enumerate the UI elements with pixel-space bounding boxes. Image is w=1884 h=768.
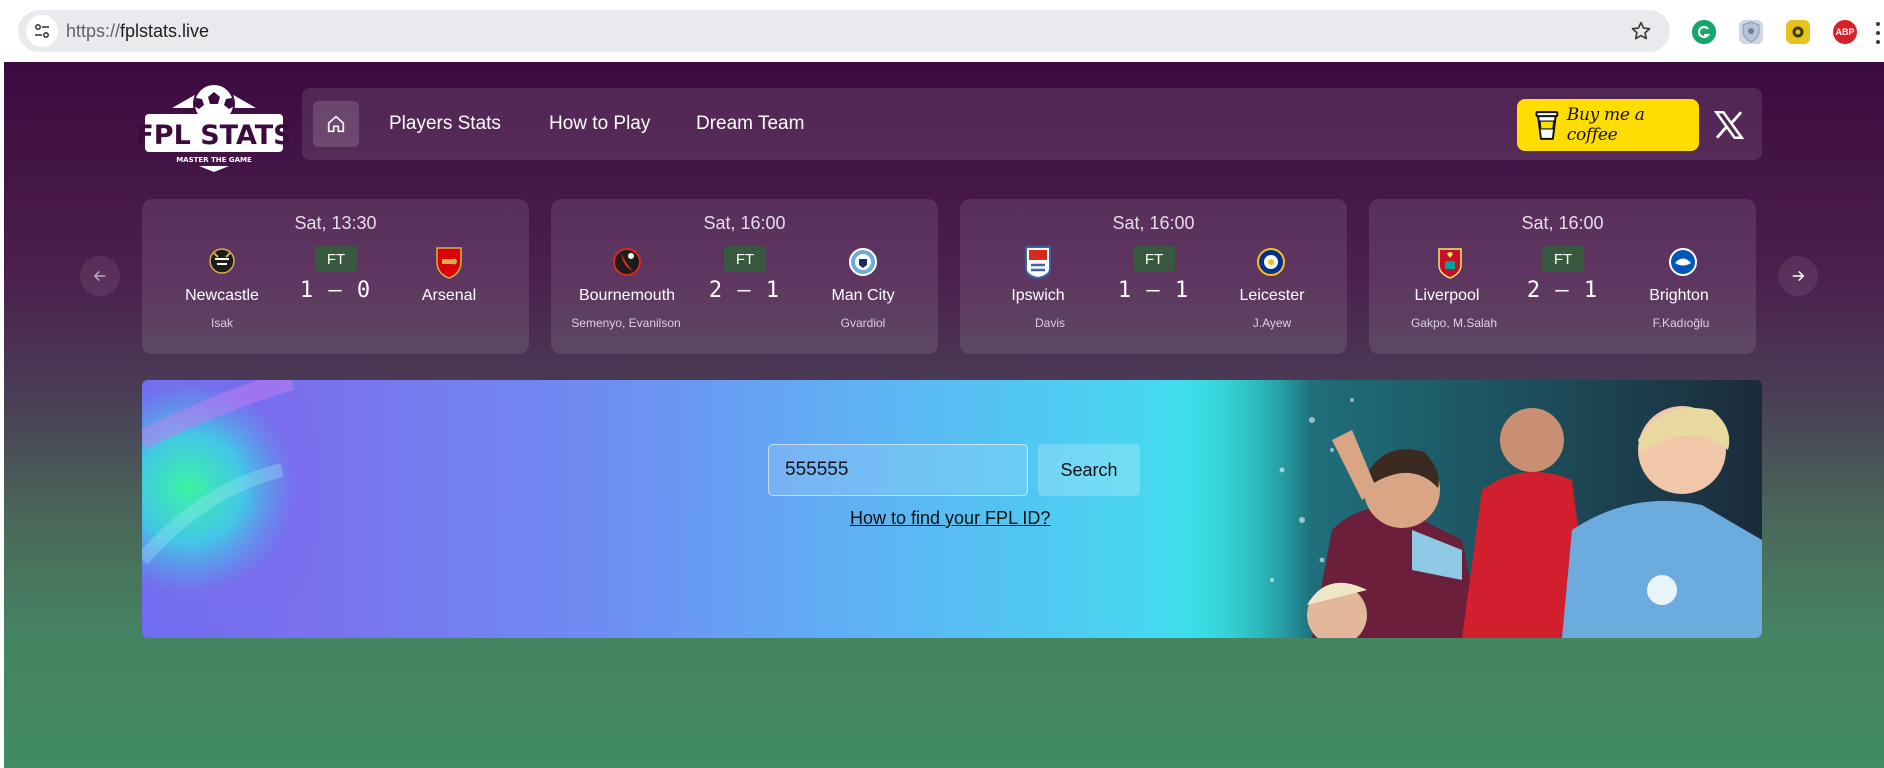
arsenal-crest-icon: [433, 245, 465, 279]
nav-dream-team[interactable]: Dream Team: [696, 113, 804, 135]
coffee-label: Buy me a coffee: [1566, 105, 1645, 145]
fixture-status-badge: FT: [1542, 246, 1584, 272]
bookmark-star-icon[interactable]: [1628, 18, 1654, 44]
home-icon: [327, 115, 345, 133]
how-to-find-fpl-id-link[interactable]: How to find your FPL ID?: [850, 508, 1050, 529]
fixture-card[interactable]: Sat, 16:00 FT 2 – 1 Bournemouth Man City…: [551, 199, 938, 354]
brighton-crest-icon: [1667, 245, 1699, 279]
search-button[interactable]: Search: [1038, 444, 1140, 496]
address-bar[interactable]: https://fplstats.live: [18, 10, 1670, 52]
home-team-name: Liverpool: [1414, 287, 1480, 304]
arrow-left-icon: [93, 270, 106, 282]
browser-menu-icon[interactable]: [1876, 22, 1880, 44]
fixture-card[interactable]: Sat, 13:30 FT 1 – 0 Newcastle Arsenal Is…: [142, 199, 529, 354]
nav-players-stats[interactable]: Players Stats: [389, 113, 501, 135]
man-city-crest-icon: [847, 245, 879, 279]
main-navbar: Players Stats How to Play Dream Team Buy…: [302, 88, 1762, 160]
ipswich-crest-icon: [1022, 245, 1054, 280]
fixture-card[interactable]: Sat, 16:00 FT 1 – 1 Ipswich Leicester Da…: [960, 199, 1347, 354]
hero-players-image: [1162, 380, 1762, 638]
shield-extension-icon[interactable]: [1739, 20, 1763, 44]
nav-how-to-play[interactable]: How to Play: [549, 113, 650, 135]
home-scorers: Davis: [1034, 316, 1065, 330]
x-twitter-icon[interactable]: [1712, 108, 1746, 142]
yellow-extension-icon[interactable]: [1786, 20, 1810, 44]
away-scorers: J.Ayew: [1252, 316, 1292, 330]
away-scorers: F.Kadıoğlu: [1652, 316, 1710, 330]
leicester-crest-icon: [1255, 245, 1287, 279]
home-team-name: Ipswich: [1011, 287, 1065, 304]
browser-toolbar: https://fplstats.live ABP: [0, 0, 1884, 62]
url-scheme: https://: [66, 21, 121, 41]
away-team-name: Leicester: [1239, 287, 1305, 304]
buy-me-a-coffee-button[interactable]: Buy me a coffee: [1517, 99, 1699, 151]
logo-tagline: MASTER THE GAME: [176, 156, 252, 164]
bournemouth-crest-icon: [611, 245, 643, 279]
away-team-name: Brighton: [1649, 287, 1709, 304]
away-team-name: Man City: [831, 287, 895, 304]
fixture-card[interactable]: Sat, 16:00 FT 2 – 1 Liverpool Brighton G…: [1369, 199, 1756, 354]
grammarly-icon[interactable]: [1692, 20, 1716, 44]
adblock-label: ABP: [1835, 27, 1855, 37]
liverpool-crest-icon: [1434, 245, 1466, 279]
carousel-prev-button[interactable]: [80, 256, 120, 296]
fixture-time: Sat, 13:30: [294, 213, 377, 233]
fpl-stats-logo[interactable]: FPL STATS MASTER THE GAME: [135, 78, 293, 172]
fixture-time: Sat, 16:00: [1521, 213, 1604, 233]
logo-text: FPL STATS: [139, 120, 289, 151]
fixture-time: Sat, 16:00: [703, 213, 786, 233]
away-scorers: Gvardiol: [840, 316, 886, 330]
fixture-status-badge: FT: [315, 246, 357, 272]
carousel-next-button[interactable]: [1778, 256, 1818, 296]
home-team-name: Newcastle: [185, 287, 259, 304]
adblock-plus-icon[interactable]: ABP: [1833, 20, 1857, 44]
url-host: fplstats.live: [120, 21, 210, 41]
newcastle-crest-icon: [206, 245, 238, 279]
fpl-id-search-input[interactable]: [768, 444, 1028, 496]
home-scorers: Semenyo, Evanilson: [571, 316, 681, 330]
home-scorers: Gakpo, M.Salah: [1410, 316, 1498, 330]
fixture-status-badge: FT: [724, 246, 766, 272]
fixture-status-badge: FT: [1133, 246, 1175, 272]
home-button[interactable]: [313, 101, 359, 147]
coffee-cup-icon: [1535, 111, 1559, 140]
fixture-time: Sat, 16:00: [1112, 213, 1195, 233]
away-team-name: Arsenal: [421, 287, 477, 304]
home-scorers: Isak: [210, 316, 233, 330]
url-text[interactable]: https://fplstats.live: [66, 21, 209, 42]
arrow-right-icon: [1792, 270, 1805, 282]
hero-swirl-graphic: [142, 380, 402, 638]
site-info-icon[interactable]: [26, 15, 58, 47]
page-background: FPL STATS MASTER THE GAME Players Stats …: [4, 62, 1884, 768]
home-team-name: Bournemouth: [578, 287, 676, 304]
hero-search-banner: Search How to find your FPL ID?: [142, 380, 1762, 638]
